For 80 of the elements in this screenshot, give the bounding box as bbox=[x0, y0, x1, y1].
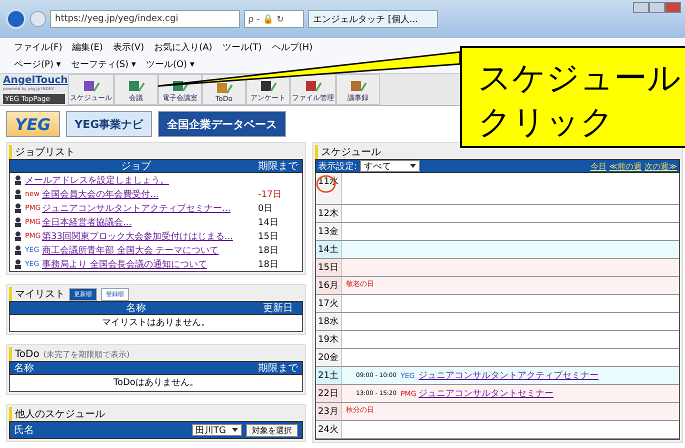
menu-item[interactable]: 編集(E) bbox=[72, 40, 103, 54]
callout-text: スケジュール bbox=[478, 57, 682, 99]
day-label: 23月 bbox=[316, 403, 342, 420]
group-select[interactable]: 田川TG bbox=[192, 424, 242, 436]
banner-link[interactable]: YEG bbox=[6, 111, 60, 137]
job-link[interactable]: 全日本経営者協議会... bbox=[42, 216, 255, 228]
due-text: -17日 bbox=[258, 188, 283, 200]
week-link[interactable]: 次の週≫ bbox=[644, 160, 677, 172]
empty-message: マイリストはありません。 bbox=[101, 317, 211, 330]
banner-link[interactable]: 全国企業データベース bbox=[158, 111, 286, 137]
day-label: 14土 bbox=[316, 241, 342, 258]
day-label: 22日 bbox=[316, 385, 342, 402]
address-field[interactable]: https://yeg.jp/yeg/index.cgi bbox=[50, 10, 240, 28]
due-text: 18日 bbox=[258, 244, 280, 256]
filter-label: 表示設定: bbox=[318, 160, 358, 172]
event-link[interactable]: ジュニアコンサルタントセミナー bbox=[418, 387, 554, 400]
due-text: 0日 bbox=[258, 202, 274, 214]
panel-title: ToDo bbox=[15, 348, 40, 360]
person-icon bbox=[14, 259, 22, 269]
maximize-button[interactable] bbox=[649, 2, 665, 13]
day-label: 12木 bbox=[316, 205, 342, 222]
app-logo[interactable]: AngelTouch bbox=[3, 75, 65, 86]
panel-title: ジョブリスト bbox=[15, 146, 75, 159]
panel-note: (未完了を期限順で表示) bbox=[43, 348, 130, 360]
panel-title: スケジュール bbox=[321, 146, 381, 159]
menu-item[interactable]: 表示(V) bbox=[112, 40, 144, 54]
day-label: 24火 bbox=[316, 421, 342, 438]
command-item[interactable]: ページ(P) ▾ bbox=[14, 58, 61, 71]
job-link[interactable]: メールアドレスを設定しましょう。 bbox=[25, 174, 255, 186]
day-label: 16月 bbox=[316, 277, 342, 294]
person-icon bbox=[14, 217, 22, 227]
caret-icon bbox=[232, 428, 238, 432]
day-label: 15日 bbox=[316, 259, 342, 276]
due-text: 14日 bbox=[258, 216, 280, 228]
address-tools[interactable]: ρ - 🔒 ↻ bbox=[244, 10, 304, 28]
minimize-button[interactable] bbox=[633, 2, 649, 13]
menu-item[interactable]: ツール(T) bbox=[222, 40, 262, 54]
menu-item[interactable]: ファイル(F) bbox=[14, 40, 62, 54]
empty-message: ToDoはありません。 bbox=[112, 377, 200, 390]
job-row[interactable]: メールアドレスを設定しましょう。 bbox=[10, 173, 302, 187]
job-link[interactable]: 商工会議所青年部 全国大会 テーマについて bbox=[42, 244, 255, 256]
person-icon bbox=[14, 189, 22, 199]
day-label: 20金 bbox=[316, 349, 342, 366]
week-link[interactable]: 今日 bbox=[590, 160, 606, 172]
day-label: 19木 bbox=[316, 331, 342, 348]
table-header: ジョブ 期限まで bbox=[9, 159, 303, 173]
job-link[interactable]: 全国会員大会の年会費受付... bbox=[42, 188, 255, 200]
filter-select[interactable]: すべて bbox=[360, 160, 420, 172]
callout-text: クリック bbox=[478, 101, 615, 143]
job-link[interactable]: 事務局より 全国会長会議の通知について bbox=[42, 258, 255, 270]
person-icon bbox=[14, 231, 22, 241]
command-item[interactable]: セーフティ(S) ▾ bbox=[70, 58, 136, 71]
due-text: 15日 bbox=[258, 230, 280, 242]
person-icon bbox=[14, 175, 22, 185]
panel-title: マイリスト bbox=[15, 288, 65, 301]
day-label: 13金 bbox=[316, 223, 342, 240]
due-text: 18日 bbox=[258, 258, 280, 270]
panel-title: 他人のスケジュール bbox=[15, 408, 105, 421]
job-link[interactable]: ジュニアコンサルタントアクティブセミナー... bbox=[42, 202, 255, 214]
person-icon bbox=[14, 245, 22, 255]
day-label: 17火 bbox=[316, 295, 342, 312]
select-target-button[interactable]: 対象を選択 bbox=[246, 424, 298, 436]
menu-item[interactable]: お気に入り(A) bbox=[154, 40, 212, 54]
table-header: 名称 期限まで bbox=[9, 361, 303, 375]
browser-tab[interactable]: エンジェルタッチ [個人... bbox=[308, 10, 438, 28]
forward-button[interactable] bbox=[30, 11, 46, 27]
day-label: 18水 bbox=[316, 313, 342, 330]
caret-icon bbox=[410, 164, 416, 168]
close-button[interactable] bbox=[665, 2, 681, 13]
command-item[interactable]: ツール(O) ▾ bbox=[146, 58, 194, 71]
table-header: 名称 更新日 bbox=[9, 301, 303, 315]
week-link[interactable]: ≪前の週 bbox=[609, 160, 642, 172]
job-link[interactable]: 第33回関東ブロック大会参加受付けはじまる... bbox=[42, 230, 255, 242]
back-button[interactable] bbox=[6, 9, 26, 29]
person-icon bbox=[14, 203, 22, 213]
day-label: 21土 bbox=[316, 367, 342, 384]
menu-item[interactable]: ヘルプ(H) bbox=[272, 40, 313, 54]
table-header: 氏名 田川TG 対象を選択 bbox=[9, 421, 303, 439]
banner-link[interactable]: YEG事業ナビ bbox=[66, 111, 152, 137]
event-link[interactable]: ジュニアコンサルタントアクティブセミナー bbox=[418, 369, 599, 382]
